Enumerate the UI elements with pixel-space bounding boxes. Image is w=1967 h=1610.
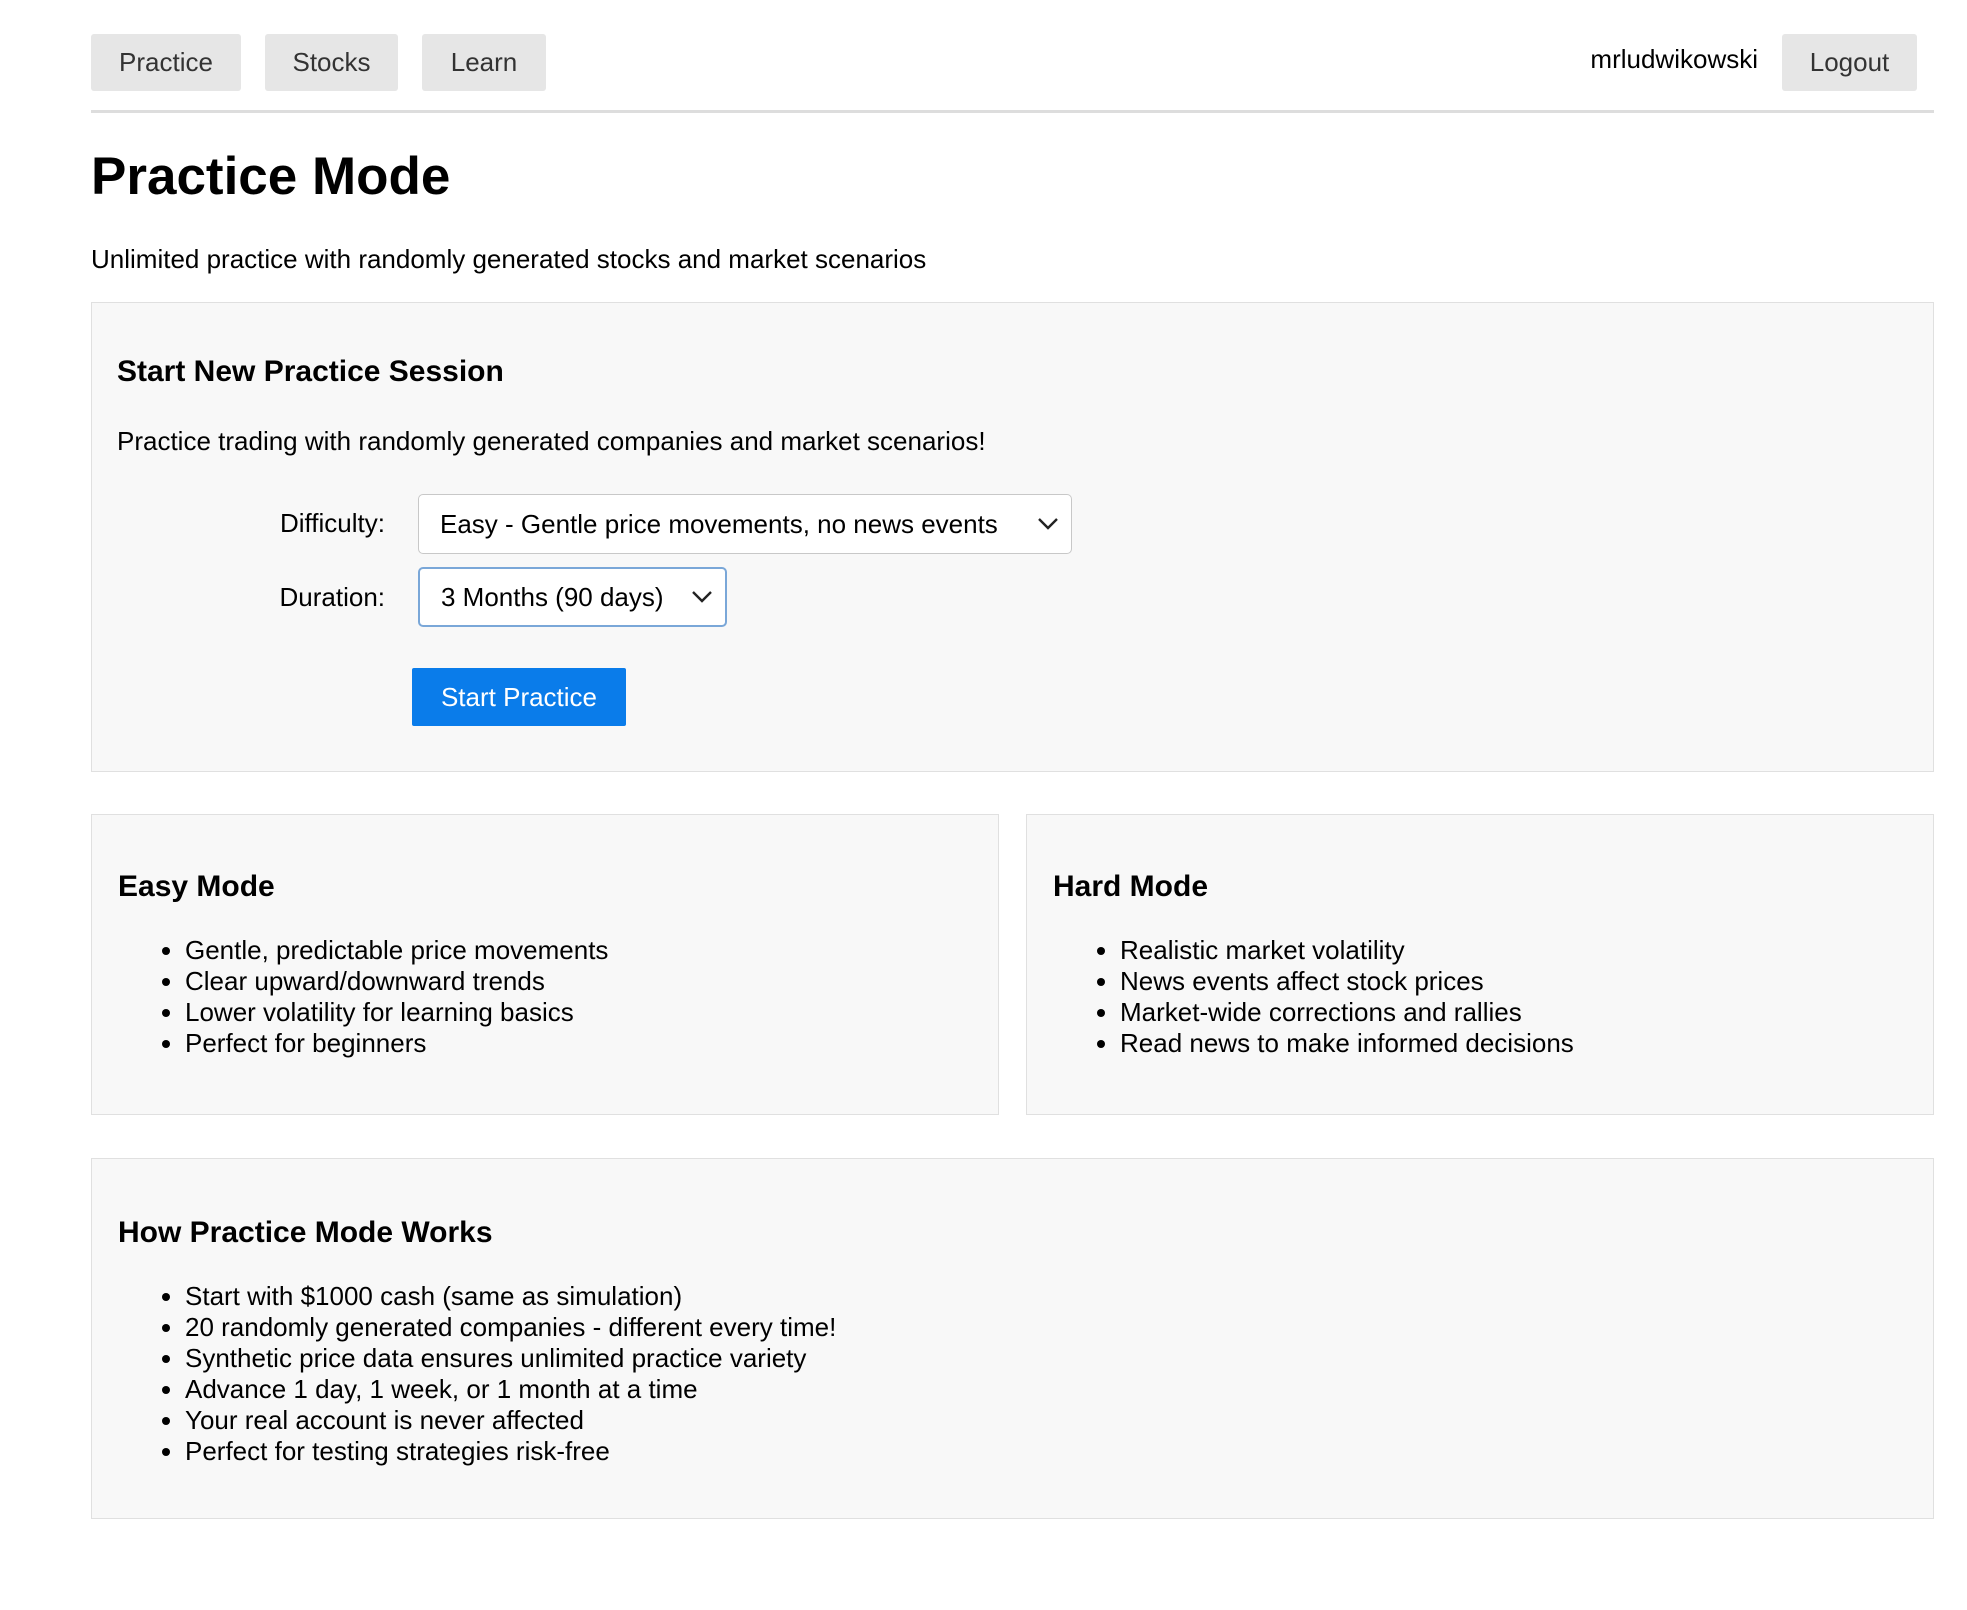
how-it-works-heading: How Practice Mode Works <box>118 1216 493 1249</box>
list-item: Perfect for testing strategies risk-free <box>185 1436 836 1467</box>
list-item: Advance 1 day, 1 week, or 1 month at a t… <box>185 1374 836 1405</box>
difficulty-label: Difficulty: <box>280 508 385 538</box>
easy-mode-list: Gentle, predictable price movements Clea… <box>118 935 608 1059</box>
chevron-down-icon <box>692 591 712 603</box>
duration-select-value: 3 Months (90 days) <box>441 581 664 612</box>
how-it-works-list: Start with $1000 cash (same as simulatio… <box>118 1281 836 1467</box>
easy-mode-heading: Easy Mode <box>118 870 275 903</box>
duration-select[interactable]: 3 Months (90 days) <box>418 567 727 627</box>
list-item: Perfect for beginners <box>185 1028 608 1059</box>
list-item: 20 randomly generated companies - differ… <box>185 1312 836 1343</box>
start-practice-button[interactable]: Start Practice <box>412 668 626 726</box>
session-heading: Start New Practice Session <box>117 355 504 388</box>
nav-stocks-button[interactable]: Stocks <box>265 34 398 91</box>
logout-button[interactable]: Logout <box>1782 34 1917 91</box>
hard-mode-panel: Hard Mode Realistic market volatility Ne… <box>1026 814 1934 1115</box>
session-description: Practice trading with randomly generated… <box>117 426 986 456</box>
list-item: Market-wide corrections and rallies <box>1120 997 1574 1028</box>
difficulty-select-value: Easy - Gentle price movements, no news e… <box>440 508 998 539</box>
hard-mode-list: Realistic market volatility News events … <box>1053 935 1574 1059</box>
list-item: Gentle, predictable price movements <box>185 935 608 966</box>
nav-learn-button[interactable]: Learn <box>422 34 546 91</box>
chevron-down-icon <box>1038 518 1058 530</box>
list-item: Synthetic price data ensures unlimited p… <box>185 1343 836 1374</box>
how-it-works-panel: How Practice Mode Works Start with $1000… <box>91 1158 1934 1519</box>
page-title: Practice Mode <box>91 147 451 206</box>
list-item: Start with $1000 cash (same as simulatio… <box>185 1281 836 1312</box>
list-item: News events affect stock prices <box>1120 966 1574 997</box>
page-subtitle: Unlimited practice with randomly generat… <box>91 244 927 274</box>
duration-label: Duration: <box>279 582 386 612</box>
top-nav: Practice Stocks Learn mrludwikowski Logo… <box>91 34 1934 113</box>
nav-practice-button[interactable]: Practice <box>91 34 241 91</box>
list-item: Lower volatility for learning basics <box>185 997 608 1028</box>
list-item: Your real account is never affected <box>185 1405 836 1436</box>
username-label: mrludwikowski <box>1590 44 1758 74</box>
difficulty-select[interactable]: Easy - Gentle price movements, no news e… <box>418 494 1072 554</box>
list-item: Realistic market volatility <box>1120 935 1574 966</box>
list-item: Clear upward/downward trends <box>185 966 608 997</box>
list-item: Read news to make informed decisions <box>1120 1028 1574 1059</box>
easy-mode-panel: Easy Mode Gentle, predictable price move… <box>91 814 999 1115</box>
hard-mode-heading: Hard Mode <box>1053 870 1209 903</box>
